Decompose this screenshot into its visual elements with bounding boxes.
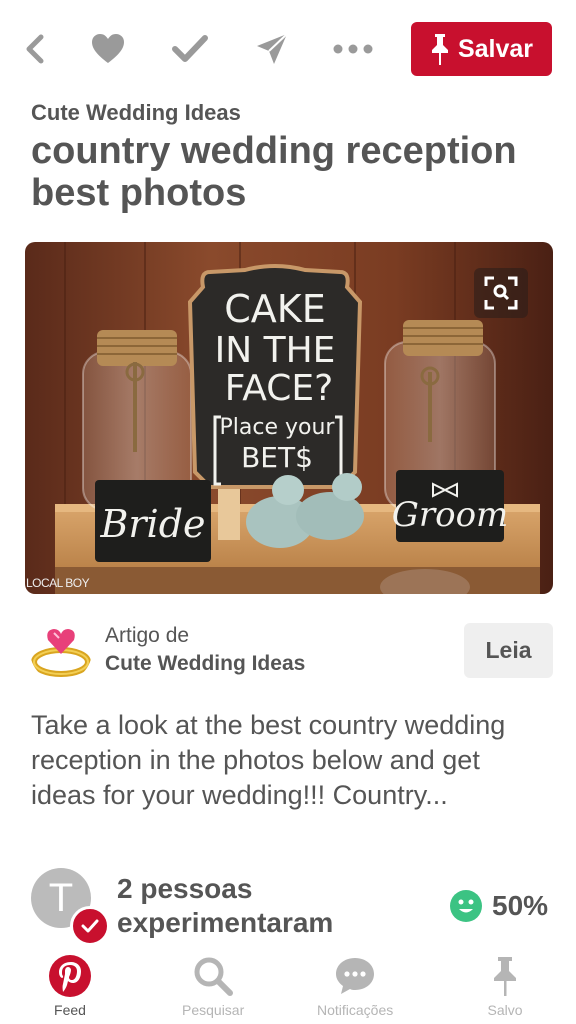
board-name[interactable]: Cute Wedding Ideas: [31, 100, 241, 126]
pin-icon: [494, 957, 516, 996]
tried-percent: 50%: [492, 890, 549, 921]
read-button[interactable]: Leia: [464, 623, 553, 678]
sign-line-1: CAKE: [224, 287, 325, 331]
check-icon[interactable]: [170, 28, 210, 70]
back-icon[interactable]: [18, 28, 52, 70]
chat-bubble-icon: [336, 958, 375, 994]
pinterest-logo-icon: [49, 955, 91, 997]
nav-saved[interactable]: Salvo: [483, 954, 527, 1018]
bride-label: Bride: [99, 502, 205, 546]
ring-logo-icon: [31, 629, 91, 677]
nav-label-search: Pesquisar: [182, 1002, 245, 1018]
pin-icon: [431, 34, 448, 65]
pin-description: Take a look at the best country wedding …: [31, 710, 506, 810]
photo-watermark: LOCAL BOY: [26, 576, 90, 590]
top-bar: Salvar: [0, 0, 576, 96]
pin-title: country wedding reception best photos: [31, 130, 517, 214]
nav-label-feed: Feed: [54, 1002, 86, 1018]
nav-label-notifications: Notificações: [317, 1002, 394, 1018]
visual-search-button[interactable]: [474, 268, 528, 318]
sign-line-2: IN THE: [215, 330, 336, 371]
nav-search[interactable]: Pesquisar: [182, 954, 244, 1018]
nav-feed[interactable]: Feed: [48, 954, 92, 1018]
groom-label: Groom: [392, 495, 509, 535]
nav-notifications[interactable]: Notificações: [317, 954, 393, 1018]
tried-count[interactable]: 2 pessoas experimentaram: [117, 872, 377, 940]
save-button[interactable]: Salvar: [411, 22, 552, 76]
tried-check-icon: [70, 906, 110, 946]
nav-label-saved: Salvo: [487, 1002, 523, 1018]
heart-icon[interactable]: [88, 28, 128, 70]
smile-icon: [450, 890, 482, 922]
sign-line-5: BET$: [241, 441, 313, 474]
tried-rating: 50%: [450, 890, 548, 922]
article-label: Artigo de: [105, 624, 190, 647]
article-source[interactable]: Cute Wedding Ideas: [105, 652, 305, 676]
search-icon: [194, 957, 234, 996]
sign-line-4: Place your: [220, 415, 336, 440]
visual-search-icon: [484, 276, 518, 310]
sign-line-3: FACE?: [225, 368, 333, 409]
save-button-label: Salvar: [457, 34, 534, 63]
send-icon[interactable]: [252, 28, 292, 70]
more-icon[interactable]: [330, 28, 376, 70]
bottom-nav: Feed Pesquisar Notificações Salvo: [0, 950, 576, 1024]
source-avatar[interactable]: [30, 620, 92, 682]
